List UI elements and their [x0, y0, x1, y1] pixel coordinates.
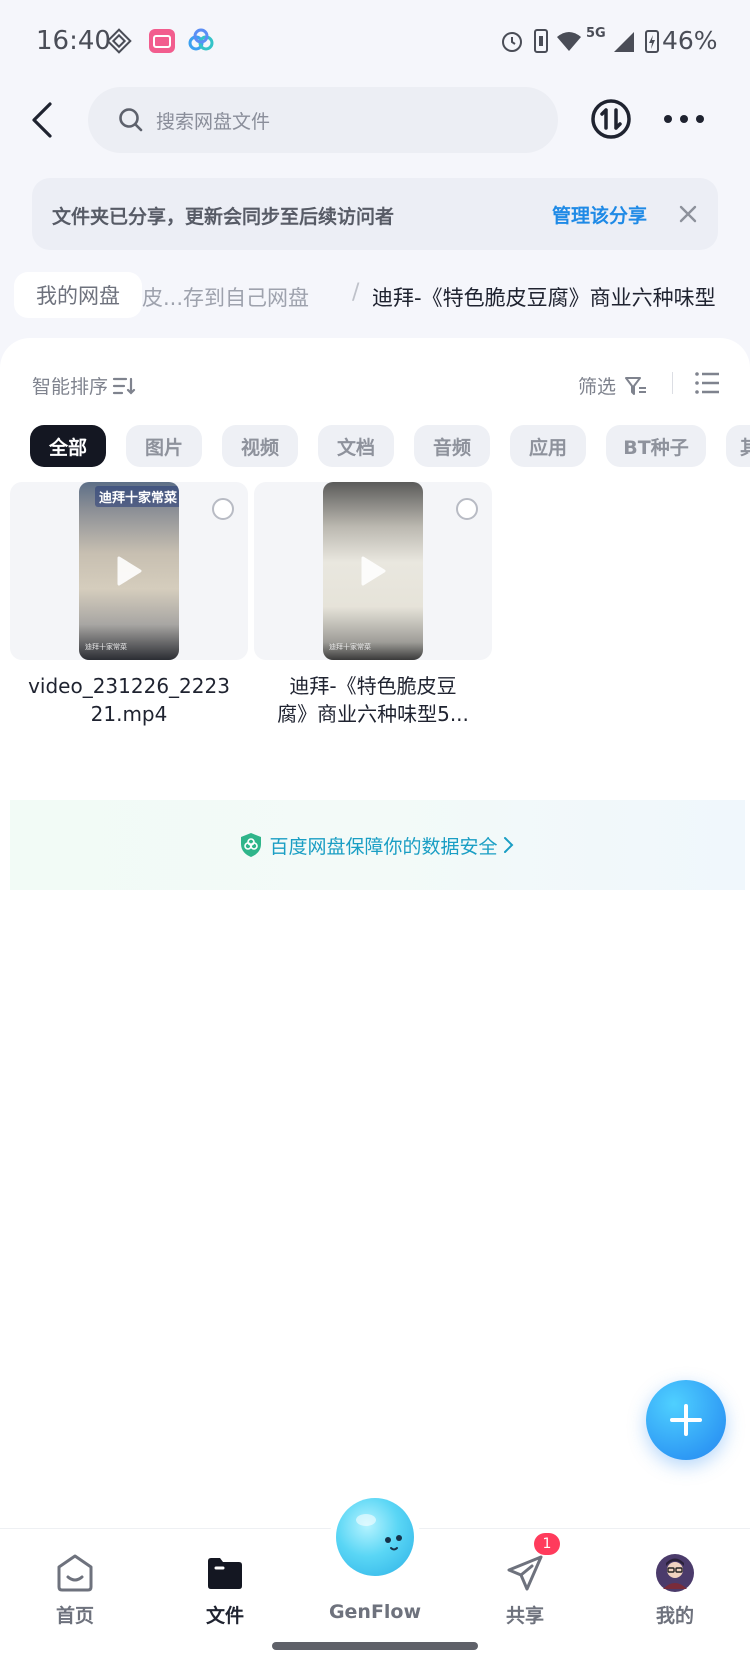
- file-card[interactable]: 迪拜十家常菜 迪拜十家常菜: [10, 482, 248, 660]
- file-name-line: video_231226_2223: [28, 674, 230, 698]
- video-thumbnail: 迪拜十家常菜: [323, 482, 423, 660]
- alarm-icon: [502, 32, 522, 52]
- thumbnail-caption: 迪拜十家常菜: [95, 486, 179, 507]
- share-badge: 1: [534, 1533, 560, 1555]
- select-radio[interactable]: [212, 498, 234, 520]
- filter-icon: [625, 376, 647, 395]
- transfer-icon[interactable]: [590, 98, 632, 140]
- nav-files-label: 文件: [205, 1605, 244, 1627]
- breadcrumb-root-label: 我的网盘: [36, 284, 120, 308]
- file-name-line: 迪拜-《特色脆皮豆: [289, 674, 457, 698]
- chip-bt[interactable]: BT种子: [606, 425, 706, 467]
- signal-icon: [614, 32, 634, 52]
- thumbnail-footer: 迪拜十家常菜: [85, 643, 127, 651]
- nav-me-label: 我的: [655, 1605, 694, 1627]
- chip-all[interactable]: 全部: [30, 425, 106, 467]
- more-dot-icon: [696, 115, 704, 123]
- toolbar-divider: [672, 372, 673, 394]
- share-banner: 文件夹已分享，更新会同步至后续访问者 管理该分享: [32, 178, 718, 250]
- more-dot-icon: [664, 115, 672, 123]
- genflow-button[interactable]: [330, 1492, 420, 1582]
- nav-share-label: 共享: [505, 1605, 544, 1627]
- select-radio[interactable]: [456, 498, 478, 520]
- manage-share-link[interactable]: 管理该分享: [552, 201, 647, 228]
- bilibili-icon: [149, 29, 175, 53]
- add-button[interactable]: [646, 1380, 726, 1460]
- nav-files[interactable]: 文件: [170, 1543, 280, 1633]
- chevron-right-icon: [503, 837, 513, 853]
- share-banner-text: 文件夹已分享，更新会同步至后续访问者: [52, 206, 395, 228]
- chip-docs[interactable]: 文档: [318, 425, 394, 467]
- sort-icon: [112, 377, 136, 395]
- close-icon[interactable]: [674, 200, 702, 228]
- play-icon: [361, 556, 386, 586]
- breadcrumb-current: 迪拜-《特色脆皮豆腐》商业六种味型: [372, 286, 716, 310]
- file-name-line: 21.mp4: [90, 702, 168, 726]
- chip-audio[interactable]: 音频: [414, 425, 490, 467]
- file-name-line: 腐》商业六种味型5...: [277, 702, 469, 726]
- filter-button[interactable]: 筛选: [578, 372, 648, 399]
- network-type: 5G: [586, 26, 606, 41]
- sort-label: 智能排序: [32, 376, 109, 398]
- wifi-icon: [557, 32, 581, 51]
- file-name: 迪拜-《特色脆皮豆 腐》商业六种味型5...: [253, 672, 493, 728]
- chevron-left-icon: [32, 102, 52, 138]
- video-thumbnail: 迪拜十家常菜 迪拜十家常菜: [79, 482, 179, 660]
- chip-other[interactable]: 其: [726, 425, 750, 467]
- breadcrumb-separator: /: [352, 280, 360, 305]
- genflow-mascot-icon: [336, 1498, 414, 1576]
- diamond-icon: [106, 28, 132, 54]
- nav-home-label: 首页: [55, 1605, 94, 1627]
- battery-percent: 46%: [662, 26, 718, 55]
- filter-label: 筛选: [578, 376, 617, 398]
- file-name: video_231226_2223 21.mp4: [9, 672, 249, 728]
- plus-icon: [670, 1404, 702, 1436]
- battery-icon: [645, 30, 659, 53]
- breadcrumb-middle[interactable]: 皮...存到自己网盘: [142, 282, 309, 312]
- vibrate-icon: [534, 29, 548, 53]
- more-button[interactable]: [664, 104, 704, 134]
- folder-icon: [208, 1558, 242, 1589]
- nav-home[interactable]: 首页: [20, 1543, 130, 1633]
- paper-plane-icon: [507, 1555, 543, 1591]
- nav-me[interactable]: 我的: [620, 1543, 730, 1633]
- nav-share[interactable]: 共享: [470, 1543, 580, 1633]
- search-placeholder: 搜索网盘文件: [156, 110, 271, 133]
- status-bar: 16:40 5G 46%: [0, 0, 750, 82]
- search-input[interactable]: 搜索网盘文件: [88, 87, 558, 153]
- sort-button[interactable]: 智能排序: [32, 372, 136, 399]
- search-icon: [119, 108, 143, 132]
- chip-videos[interactable]: 视频: [222, 425, 298, 467]
- home-indicator[interactable]: [272, 1642, 478, 1650]
- security-notice[interactable]: 百度网盘保障你的数据安全: [10, 800, 745, 890]
- status-time: 16:40: [36, 26, 111, 56]
- home-icon: [57, 1554, 93, 1592]
- baidu-netdisk-icon: [188, 28, 214, 51]
- breadcrumb-root[interactable]: 我的网盘: [14, 272, 142, 318]
- play-icon: [117, 556, 142, 586]
- chip-apps[interactable]: 应用: [510, 425, 586, 467]
- shield-icon: [241, 833, 262, 857]
- avatar: [656, 1554, 694, 1592]
- more-dot-icon: [680, 115, 688, 123]
- back-button[interactable]: [22, 96, 62, 144]
- thumbnail-footer: 迪拜十家常菜: [329, 643, 371, 651]
- chip-images[interactable]: 图片: [126, 425, 202, 467]
- nav-genflow-label: GenFlow: [328, 1601, 422, 1623]
- security-notice-text: 百度网盘保障你的数据安全: [269, 835, 498, 858]
- file-card[interactable]: 迪拜十家常菜: [254, 482, 492, 660]
- list-view-icon[interactable]: [694, 370, 720, 396]
